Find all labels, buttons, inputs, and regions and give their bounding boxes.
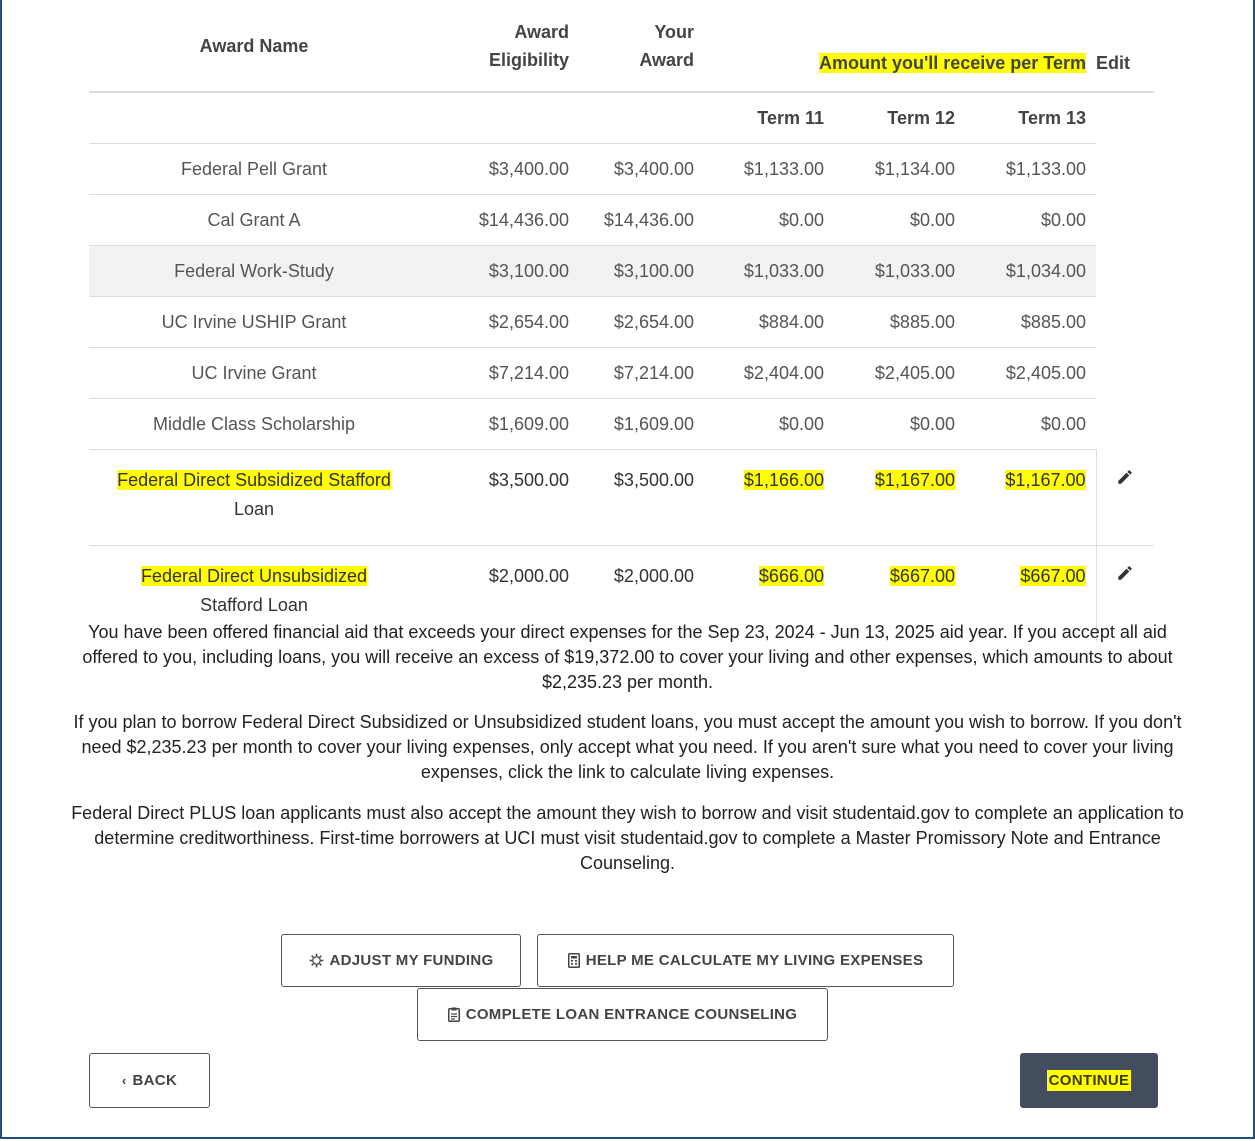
your-award: $3,500.00 xyxy=(579,449,704,546)
term-amount: $0.00 xyxy=(965,194,1096,246)
term-header: Term 13 xyxy=(965,92,1096,144)
term-amount: $1,133.00 xyxy=(965,143,1096,195)
continue-button[interactable]: CONTINUE xyxy=(1020,1053,1158,1108)
term-amount: $2,405.00 xyxy=(965,347,1096,399)
term-amount: $2,405.00 xyxy=(834,347,965,399)
term-amount: $0.00 xyxy=(965,398,1096,450)
term-header: Term 11 xyxy=(704,92,834,144)
award-eligibility: $3,500.00 xyxy=(419,449,579,546)
table-header-row: Award Name Award Eligibility Your Award … xyxy=(89,0,1154,93)
table-row: Middle Class Scholarship $1,609.00 $1,60… xyxy=(89,398,1154,450)
term-amount: $1,167.00 xyxy=(834,449,965,546)
your-award: $7,214.00 xyxy=(579,347,704,399)
award-eligibility: $3,100.00 xyxy=(419,245,579,297)
term-amount: $1,033.00 xyxy=(834,245,965,297)
pencil-icon[interactable] xyxy=(1116,564,1134,582)
edit-subsidized-loan-button[interactable] xyxy=(1095,449,1154,546)
excess-aid-notice: You have been offered financial aid that… xyxy=(82,622,1173,692)
term-amount: $0.00 xyxy=(704,194,834,246)
award-name: UC Irvine USHIP Grant xyxy=(89,296,419,348)
award-eligibility: $1,609.00 xyxy=(419,398,579,450)
your-award: $2,654.00 xyxy=(579,296,704,348)
award-name: Federal Work-Study xyxy=(89,245,419,297)
term-amount: $1,133.00 xyxy=(704,143,834,195)
table-row: Federal Direct Subsidized Stafford Loan … xyxy=(89,449,1154,546)
table-row: Federal Pell Grant $3,400.00 $3,400.00 $… xyxy=(89,143,1154,195)
header-per-term: Amount you'll receive per Term xyxy=(704,0,1096,93)
table-row: Cal Grant A $14,436.00 $14,436.00 $0.00 … xyxy=(89,194,1154,246)
term-amount: $0.00 xyxy=(834,194,965,246)
header-edit: Edit xyxy=(1096,0,1154,93)
table-row: UC Irvine USHIP Grant $2,654.00 $2,654.0… xyxy=(89,296,1154,348)
your-award: $3,100.00 xyxy=(579,245,704,297)
term-amount: $2,404.00 xyxy=(704,347,834,399)
term-amount: $885.00 xyxy=(965,296,1096,348)
award-name: UC Irvine Grant xyxy=(89,347,419,399)
table-row: UC Irvine Grant $7,214.00 $7,214.00 $2,4… xyxy=(89,347,1154,399)
your-award: $14,436.00 xyxy=(579,194,704,246)
award-name: Federal Pell Grant xyxy=(89,143,419,195)
term-amount: $1,033.00 xyxy=(704,245,834,297)
term-amount: $1,134.00 xyxy=(834,143,965,195)
loan-borrow-notice: If you plan to borrow Federal Direct Sub… xyxy=(73,712,1182,782)
header-award-name: Award Name xyxy=(89,0,419,93)
award-eligibility: $2,654.00 xyxy=(419,296,579,348)
header-per-term-label: Amount you'll receive per Term xyxy=(818,53,1086,73)
term-header: Term 12 xyxy=(834,92,965,144)
calculator-icon xyxy=(567,953,580,968)
term-amount: $0.00 xyxy=(704,398,834,450)
your-award: $1,609.00 xyxy=(579,398,704,450)
calculate-living-expenses-button[interactable]: HELP ME CALCULATE MY LIVING EXPENSES xyxy=(537,934,954,987)
gear-icon xyxy=(309,953,323,968)
term-amount: $1,166.00 xyxy=(704,449,834,546)
clipboard-icon xyxy=(447,1007,460,1022)
award-name: Federal Direct Subsidized Stafford Loan xyxy=(89,449,419,546)
term-header-row: Term 11 Term 12 Term 13 xyxy=(89,92,1154,144)
awards-table: Award Name Award Eligibility Your Award … xyxy=(89,0,1154,642)
header-your-award: Your Award xyxy=(579,0,704,93)
term-amount: $1,034.00 xyxy=(965,245,1096,297)
loan-entrance-counseling-button[interactable]: COMPLETE LOAN ENTRANCE COUNSELING xyxy=(417,988,828,1041)
award-name: Middle Class Scholarship xyxy=(89,398,419,450)
chevron-left-icon: ‹ xyxy=(121,1073,127,1088)
award-eligibility: $14,436.00 xyxy=(419,194,579,246)
term-amount: $1,167.00 xyxy=(965,449,1096,546)
header-award-eligibility: Award Eligibility xyxy=(419,0,579,93)
term-amount: $884.00 xyxy=(704,296,834,348)
term-amount: $885.00 xyxy=(834,296,965,348)
your-award: $3,400.00 xyxy=(579,143,704,195)
adjust-my-funding-button[interactable]: ADJUST MY FUNDING xyxy=(281,934,521,987)
back-button[interactable]: ‹ BACK xyxy=(89,1053,210,1108)
award-name: Cal Grant A xyxy=(89,194,419,246)
table-row: Federal Work-Study $3,100.00 $3,100.00 $… xyxy=(89,245,1154,297)
term-amount: $0.00 xyxy=(834,398,965,450)
pencil-icon[interactable] xyxy=(1116,468,1134,486)
award-eligibility: $3,400.00 xyxy=(419,143,579,195)
plus-loan-notice: Federal Direct PLUS loan applicants must… xyxy=(71,803,1184,873)
award-eligibility: $7,214.00 xyxy=(419,347,579,399)
